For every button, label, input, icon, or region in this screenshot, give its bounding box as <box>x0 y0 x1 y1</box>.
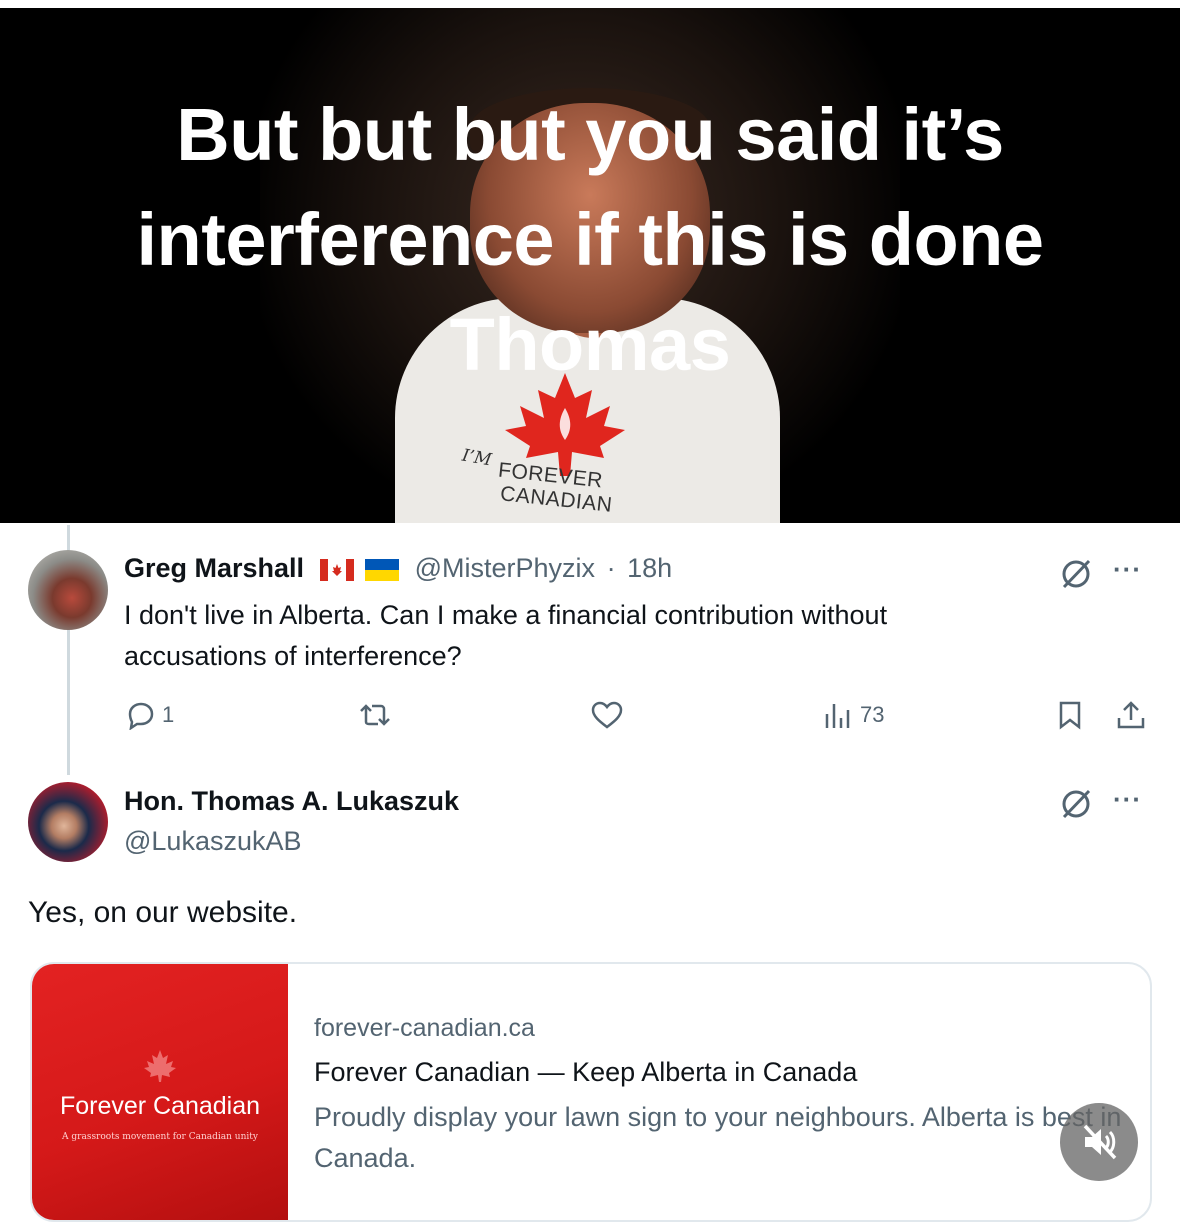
main-tweet-text: Yes, on our website. <box>28 896 298 929</box>
muted-speaker-icon <box>1083 1124 1117 1160</box>
link-domain: forever-canadian.ca <box>314 1014 535 1042</box>
mute-button[interactable] <box>1060 1103 1138 1181</box>
more-icon[interactable]: ··· <box>1113 784 1142 815</box>
meta-separator: · <box>606 553 616 583</box>
retweet-button[interactable] <box>357 700 399 730</box>
share-button[interactable] <box>1115 700 1147 730</box>
reply-count: 1 <box>162 702 175 727</box>
card-image-tagline: A grassroots movement for Canadian unity <box>62 1132 258 1142</box>
card-image-brand: Forever Canadian <box>59 1092 261 1120</box>
canada-flag-icon <box>319 558 354 581</box>
meme-caption: But but but you said it’s interference i… <box>0 82 1180 397</box>
views-count: 73 <box>860 702 885 727</box>
reply-icon <box>128 702 154 730</box>
caption-line-1: But but but you said it’s <box>176 93 1004 176</box>
author-name[interactable]: Hon. Thomas A. Lukaszuk <box>124 786 459 817</box>
more-icon[interactable]: ··· <box>1113 554 1142 585</box>
caption-line-3: Thomas <box>449 303 731 386</box>
reply-author-line: Greg Marshall @MisterPhyzix · 18h <box>124 553 672 584</box>
maple-leaf-icon <box>144 1050 176 1082</box>
share-icon <box>1117 701 1145 729</box>
bookmark-button[interactable] <box>1056 700 1084 730</box>
grok-icon[interactable] <box>1058 786 1094 822</box>
views-icon <box>825 704 850 728</box>
link-preview-card[interactable]: Forever Canadian A grassroots movement f… <box>30 962 1152 1222</box>
grok-icon[interactable] <box>1058 556 1094 592</box>
like-icon <box>591 701 623 729</box>
avatar[interactable] <box>28 782 108 862</box>
avatar[interactable] <box>28 550 108 630</box>
link-card-image: Forever Canadian A grassroots movement f… <box>32 964 288 1220</box>
retweet-icon <box>360 704 390 726</box>
link-title: Forever Canadian — Keep Alberta in Canad… <box>314 1057 858 1087</box>
tweet-time[interactable]: 18h <box>627 553 672 583</box>
reply-text: I don't live in Alberta. Can I make a fi… <box>124 600 888 671</box>
caption-line-2: interference if this is done <box>136 198 1044 281</box>
reply-button[interactable]: 1 <box>124 700 174 730</box>
views-button[interactable]: 73 <box>822 700 884 730</box>
photo-banner: I’M FOREVER CANADIAN But but but you sai… <box>0 8 1180 523</box>
author-handle[interactable]: @LukaszukAB <box>124 826 302 857</box>
like-button[interactable] <box>590 700 630 730</box>
ukraine-flag-icon <box>365 558 400 581</box>
bookmark-icon <box>1059 701 1081 730</box>
author-name[interactable]: Greg Marshall <box>124 553 304 583</box>
link-description: Proudly display your lawn sign to your n… <box>314 1102 1122 1173</box>
tweet-actions: 1 73 <box>0 700 1180 736</box>
author-handle[interactable]: @MisterPhyzix <box>415 553 595 583</box>
